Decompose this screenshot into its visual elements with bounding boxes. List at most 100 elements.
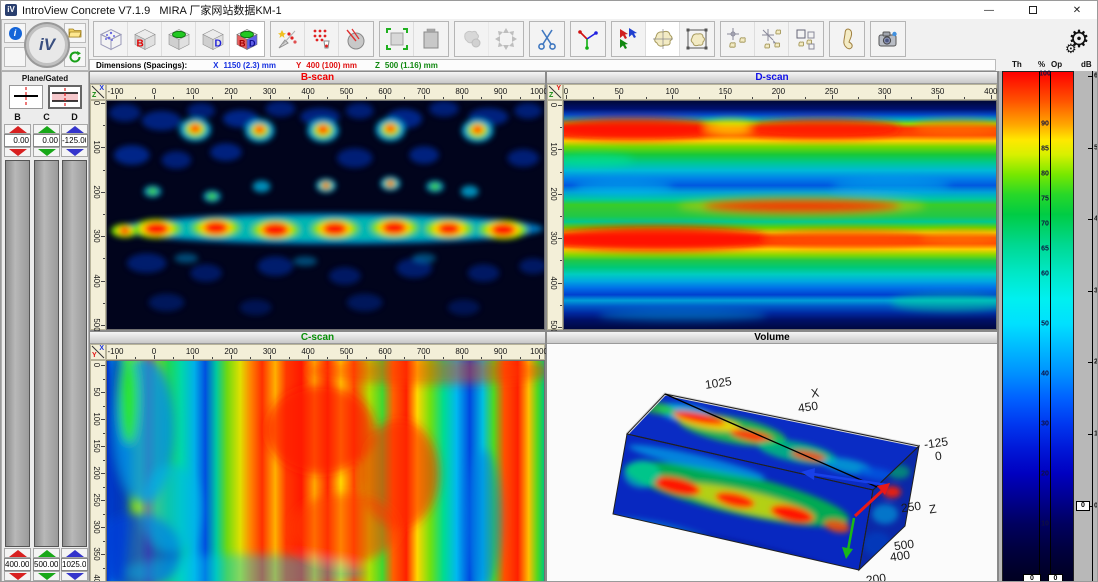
- color-scale: 100908580757065605040302010 6543210 0 0 …: [998, 71, 1098, 582]
- bscan-image[interactable]: [106, 100, 545, 330]
- point-cloud-button[interactable]: [305, 22, 339, 56]
- panel-view-button[interactable]: [414, 22, 448, 56]
- tick-mark: [443, 97, 444, 99]
- cscan-panel: C-scan X Y -1000100200300400500600700800…: [89, 331, 546, 582]
- sphere-button[interactable]: [339, 22, 373, 56]
- points-copy-button[interactable]: [789, 22, 823, 56]
- b-bottom-up-button[interactable]: [4, 548, 31, 558]
- points-region-button[interactable]: [721, 22, 755, 56]
- d-top-down-button[interactable]: [61, 147, 88, 157]
- cscan-image[interactable]: [106, 360, 545, 582]
- cscan-cube-button[interactable]: [162, 22, 196, 56]
- plane-mode-button[interactable]: [9, 85, 43, 109]
- bscan-cube-button[interactable]: B: [128, 22, 162, 56]
- foot-button[interactable]: [830, 22, 864, 56]
- tick-mark: [270, 355, 271, 359]
- tick-mark: [103, 514, 105, 515]
- tick-mark: [270, 95, 271, 99]
- polyline-button[interactable]: [571, 22, 605, 56]
- transform-button[interactable]: [455, 22, 489, 56]
- opacity-divider-line[interactable]: [1050, 71, 1051, 582]
- gated-mode-button[interactable]: [48, 85, 82, 109]
- threshold-bottom-marker[interactable]: 0: [1023, 574, 1041, 582]
- scissors-button[interactable]: [530, 22, 564, 56]
- scale-label: 0: [1094, 502, 1098, 509]
- d-bottom-up-button[interactable]: [61, 548, 88, 558]
- cut-group: [529, 21, 565, 57]
- tick-mark: [385, 355, 386, 359]
- tick-mark: [103, 125, 105, 126]
- tick-mark: [501, 355, 502, 359]
- tick-mark: [404, 97, 405, 99]
- bscan-cube-icon: B: [132, 26, 158, 52]
- tick-label: 200: [92, 466, 101, 479]
- tick-mark: [558, 105, 562, 106]
- move-arrows-button[interactable]: [489, 22, 523, 56]
- d-top-value[interactable]: [61, 134, 88, 147]
- d-slider-track[interactable]: [62, 160, 87, 547]
- dscan-y-axis: 0100200300400500: [547, 100, 563, 330]
- c-bottom-value[interactable]: [33, 558, 60, 571]
- region-frame-button[interactable]: [680, 22, 714, 56]
- tick-mark: [103, 258, 105, 259]
- d-bottom-value[interactable]: [61, 558, 88, 571]
- close-button[interactable]: ✕: [1055, 1, 1098, 19]
- c-slider-track[interactable]: [34, 160, 59, 547]
- b-top-up-button[interactable]: [4, 124, 31, 134]
- tick-mark: [103, 433, 105, 434]
- info-button[interactable]: i: [4, 23, 26, 43]
- volume-cube-button[interactable]: [94, 22, 128, 56]
- b-top-value[interactable]: [4, 134, 31, 147]
- c-bottom-down-button[interactable]: [33, 571, 60, 581]
- tick-label: 200: [92, 185, 101, 198]
- scissors-icon: [534, 26, 560, 52]
- tick-label: 400: [549, 276, 558, 289]
- c-bottom-up-button[interactable]: [33, 548, 60, 558]
- tick-mark: [173, 97, 174, 99]
- region-button[interactable]: [646, 22, 680, 56]
- db-tick-mark: [1088, 76, 1092, 77]
- blank-button[interactable]: [4, 47, 26, 67]
- b-bottom-value[interactable]: [4, 558, 31, 571]
- d-bottom-down-button[interactable]: [61, 571, 88, 581]
- color-gradient-bar[interactable]: [1002, 71, 1074, 582]
- tick-mark: [289, 357, 290, 359]
- db-tick-mark: [1088, 148, 1092, 149]
- threshold-divider-line[interactable]: [1039, 71, 1040, 582]
- points-region-icon: [725, 26, 751, 52]
- tick-mark: [558, 149, 562, 150]
- points-move-button[interactable]: [755, 22, 789, 56]
- b-top-down-button[interactable]: [4, 147, 31, 157]
- svg-text:B: B: [136, 39, 143, 50]
- c-top-value[interactable]: [33, 134, 60, 147]
- opacity-bottom-marker[interactable]: 0: [1048, 574, 1063, 582]
- polyline-icon: [575, 26, 601, 52]
- ray-pick-button[interactable]: [271, 22, 305, 56]
- maximize-button[interactable]: [1011, 1, 1055, 19]
- tick-mark: [103, 460, 105, 461]
- tick-mark: [101, 192, 105, 193]
- tick-mark: [308, 95, 309, 99]
- db-zero-marker[interactable]: 0: [1076, 501, 1090, 511]
- camera-button[interactable]: [871, 22, 905, 56]
- tick-mark: [366, 97, 367, 99]
- b-bottom-down-button[interactable]: [4, 571, 31, 581]
- dim-z-axis: Z: [375, 61, 380, 70]
- settings-button[interactable]: ⚙ ⚙: [1061, 20, 1097, 58]
- b-slider-track[interactable]: [5, 160, 30, 547]
- minimize-button[interactable]: —: [967, 1, 1011, 19]
- tick-mark: [116, 95, 117, 99]
- dscan-image[interactable]: [563, 100, 997, 330]
- fit-selection-button[interactable]: [380, 22, 414, 56]
- d-top-up-button[interactable]: [61, 124, 88, 134]
- window-controls: — ✕: [967, 1, 1098, 19]
- all-views-cube-button[interactable]: BD: [230, 22, 264, 56]
- cscan-corner: X Y: [90, 344, 106, 360]
- volume-view[interactable]: 1025X450-1250250Z500400200: [547, 344, 997, 582]
- scale-header: Th % Op dB: [996, 59, 1098, 71]
- c-top-down-button[interactable]: [33, 147, 60, 157]
- c-top-up-button[interactable]: [33, 124, 60, 134]
- cursors-button[interactable]: [612, 22, 646, 56]
- dscan-cube-button[interactable]: D: [196, 22, 230, 56]
- volume-axis-labels: 1025X450-1250250Z500400200: [547, 344, 997, 582]
